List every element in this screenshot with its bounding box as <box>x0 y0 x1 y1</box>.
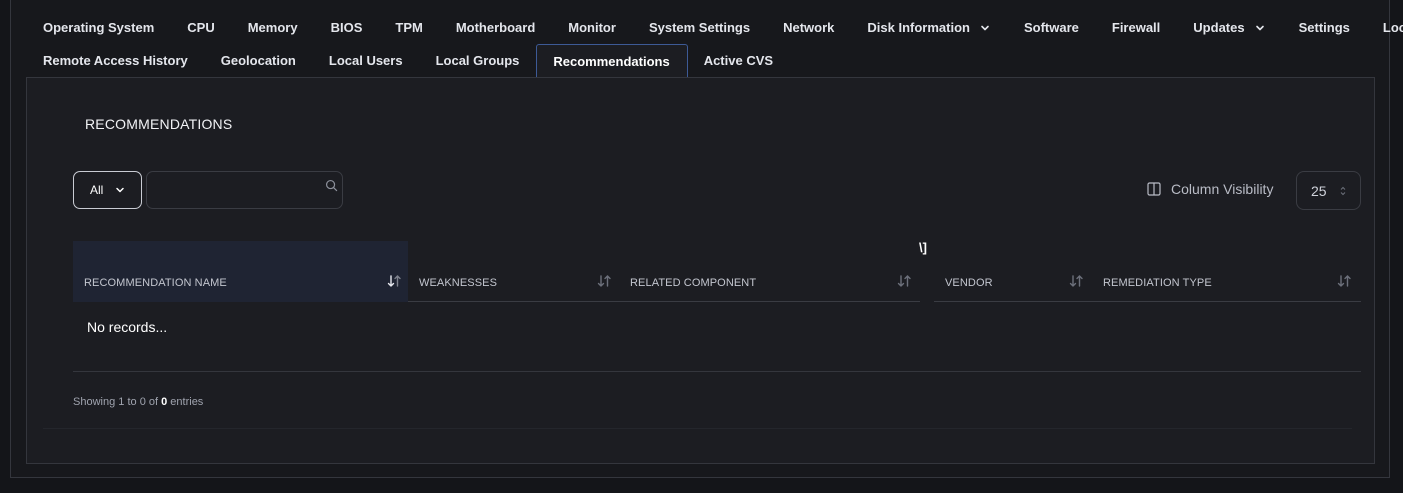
tab-memory[interactable]: Memory <box>232 11 315 45</box>
up-down-icon <box>1340 186 1346 196</box>
tab-recommendations[interactable]: Recommendations <box>536 44 688 78</box>
tab-label: Settings <box>1298 20 1350 35</box>
tab-label: Operating System <box>43 20 155 35</box>
column-header-label: RECOMMENDATION NAME <box>84 277 227 289</box>
tab-label: Recommendations <box>553 53 670 69</box>
search-icon[interactable] <box>325 179 338 192</box>
tab-motherboard[interactable]: Motherboard <box>440 11 552 45</box>
tab-disk-information[interactable]: Disk Information <box>851 11 1008 45</box>
tab-network[interactable]: Network <box>767 11 851 45</box>
tab-label: Active CVS <box>703 53 774 68</box>
tab-label: Software <box>1023 20 1079 35</box>
entries-prefix: Showing <box>73 396 119 408</box>
column-header-remediation-type[interactable]: REMEDIATION TYPE <box>1092 241 1361 302</box>
tab-label: Motherboard <box>455 20 536 35</box>
tab-cpu[interactable]: CPU <box>171 11 231 45</box>
filter-select[interactable]: All <box>73 171 142 209</box>
tab-label: Monitor <box>568 20 616 35</box>
column-header-vendor[interactable]: VENDOR <box>934 241 1092 302</box>
tab-updates[interactable]: Updates <box>1177 11 1282 45</box>
tab-label: Remote Access History <box>43 53 188 68</box>
tab-location[interactable]: Location <box>1367 11 1403 45</box>
sort-arrows-icon <box>1337 275 1351 287</box>
sort-arrows-icon <box>597 275 611 287</box>
sort-arrows-icon <box>387 275 401 287</box>
tab-software[interactable]: Software <box>1008 11 1096 45</box>
column-header-label: WEAKNESSES <box>419 277 498 289</box>
entries-suffix: entries <box>167 396 204 408</box>
column-header-label: RELATED COMPONENT <box>630 277 757 289</box>
tab-label: Updates <box>1193 20 1245 35</box>
page-size-select[interactable]: 25 <box>1296 171 1361 210</box>
tab-label: System Settings <box>648 20 751 35</box>
tab-label: TPM <box>395 20 423 35</box>
column-header-weaknesses[interactable]: WEAKNESSES <box>408 241 619 302</box>
recommendations-panel: RECOMMENDATIONS All Column Visibility 25… <box>26 77 1375 464</box>
column-header-label: VENDOR <box>945 277 993 289</box>
tab-monitor[interactable]: Monitor <box>552 11 633 45</box>
tab-geolocation[interactable]: Geolocation <box>205 44 313 78</box>
tab-label: BIOS <box>330 20 363 35</box>
table-header-left: RECOMMENDATION NAME WEAKNESSES RELATED C… <box>73 241 920 302</box>
page-size-value: 25 <box>1311 182 1327 199</box>
chevron-down-icon <box>116 187 125 193</box>
tab-system-settings[interactable]: System Settings <box>633 11 767 45</box>
column-header-recommendation-name[interactable]: RECOMMENDATION NAME <box>73 241 408 302</box>
column-visibility-label: Column Visibility <box>1171 181 1274 197</box>
tab-label: Local Groups <box>435 53 520 68</box>
sort-arrows-icon <box>897 275 911 287</box>
tab-label: Firewall <box>1111 20 1161 35</box>
tab-local-users[interactable]: Local Users <box>313 44 420 78</box>
tab-settings[interactable]: Settings <box>1283 11 1367 45</box>
empty-table-message: No records... <box>87 319 168 335</box>
search-box <box>146 171 343 210</box>
tab-tpm[interactable]: TPM <box>379 11 439 45</box>
table-divider <box>73 371 1361 372</box>
column-header-label: REMEDIATION TYPE <box>1103 277 1212 289</box>
table-entries-info: Showing 1 to 0 of 0 entries <box>73 396 203 408</box>
recommendations-card: RECOMMENDATIONS All Column Visibility 25… <box>43 78 1361 429</box>
tab-active-cvs[interactable]: Active CVS <box>688 44 790 78</box>
tab-remote-access-history[interactable]: Remote Access History <box>27 44 205 78</box>
tab-label: Local Users <box>328 53 403 68</box>
tab-label: Memory <box>247 20 298 35</box>
tab-label: Network <box>783 20 835 35</box>
tab-label: Geolocation <box>220 53 296 68</box>
tab-label: Location <box>1382 20 1403 35</box>
tab-label: CPU <box>187 20 215 35</box>
tab-local-groups[interactable]: Local Groups <box>420 44 537 78</box>
stray-text: \] <box>919 240 927 255</box>
tab-firewall[interactable]: Firewall <box>1096 11 1177 45</box>
entries-of-word: of <box>145 396 162 408</box>
column-visibility-button[interactable]: Column Visibility <box>1147 181 1273 197</box>
tabs-row-1: Operating System CPU Memory BIOS TPM Mot… <box>27 11 1403 45</box>
table-header-right: VENDOR REMEDIATION TYPE <box>934 241 1361 302</box>
entries-to-word: to <box>124 396 140 408</box>
search-input[interactable] <box>155 172 319 210</box>
chevron-down-icon <box>1255 25 1264 31</box>
column-header-related-component[interactable]: RELATED COMPONENT <box>619 241 920 302</box>
tab-label: Disk Information <box>867 20 970 35</box>
tab-bios[interactable]: BIOS <box>315 11 380 45</box>
tabs-row-2: Remote Access History Geolocation Local … <box>27 44 790 78</box>
filter-select-value: All <box>90 183 104 197</box>
columns-icon <box>1147 182 1161 196</box>
chevron-down-icon <box>981 25 989 31</box>
tab-operating-system[interactable]: Operating System <box>27 11 171 45</box>
section-title: RECOMMENDATIONS <box>85 116 233 132</box>
sort-arrows-icon <box>1069 275 1083 287</box>
